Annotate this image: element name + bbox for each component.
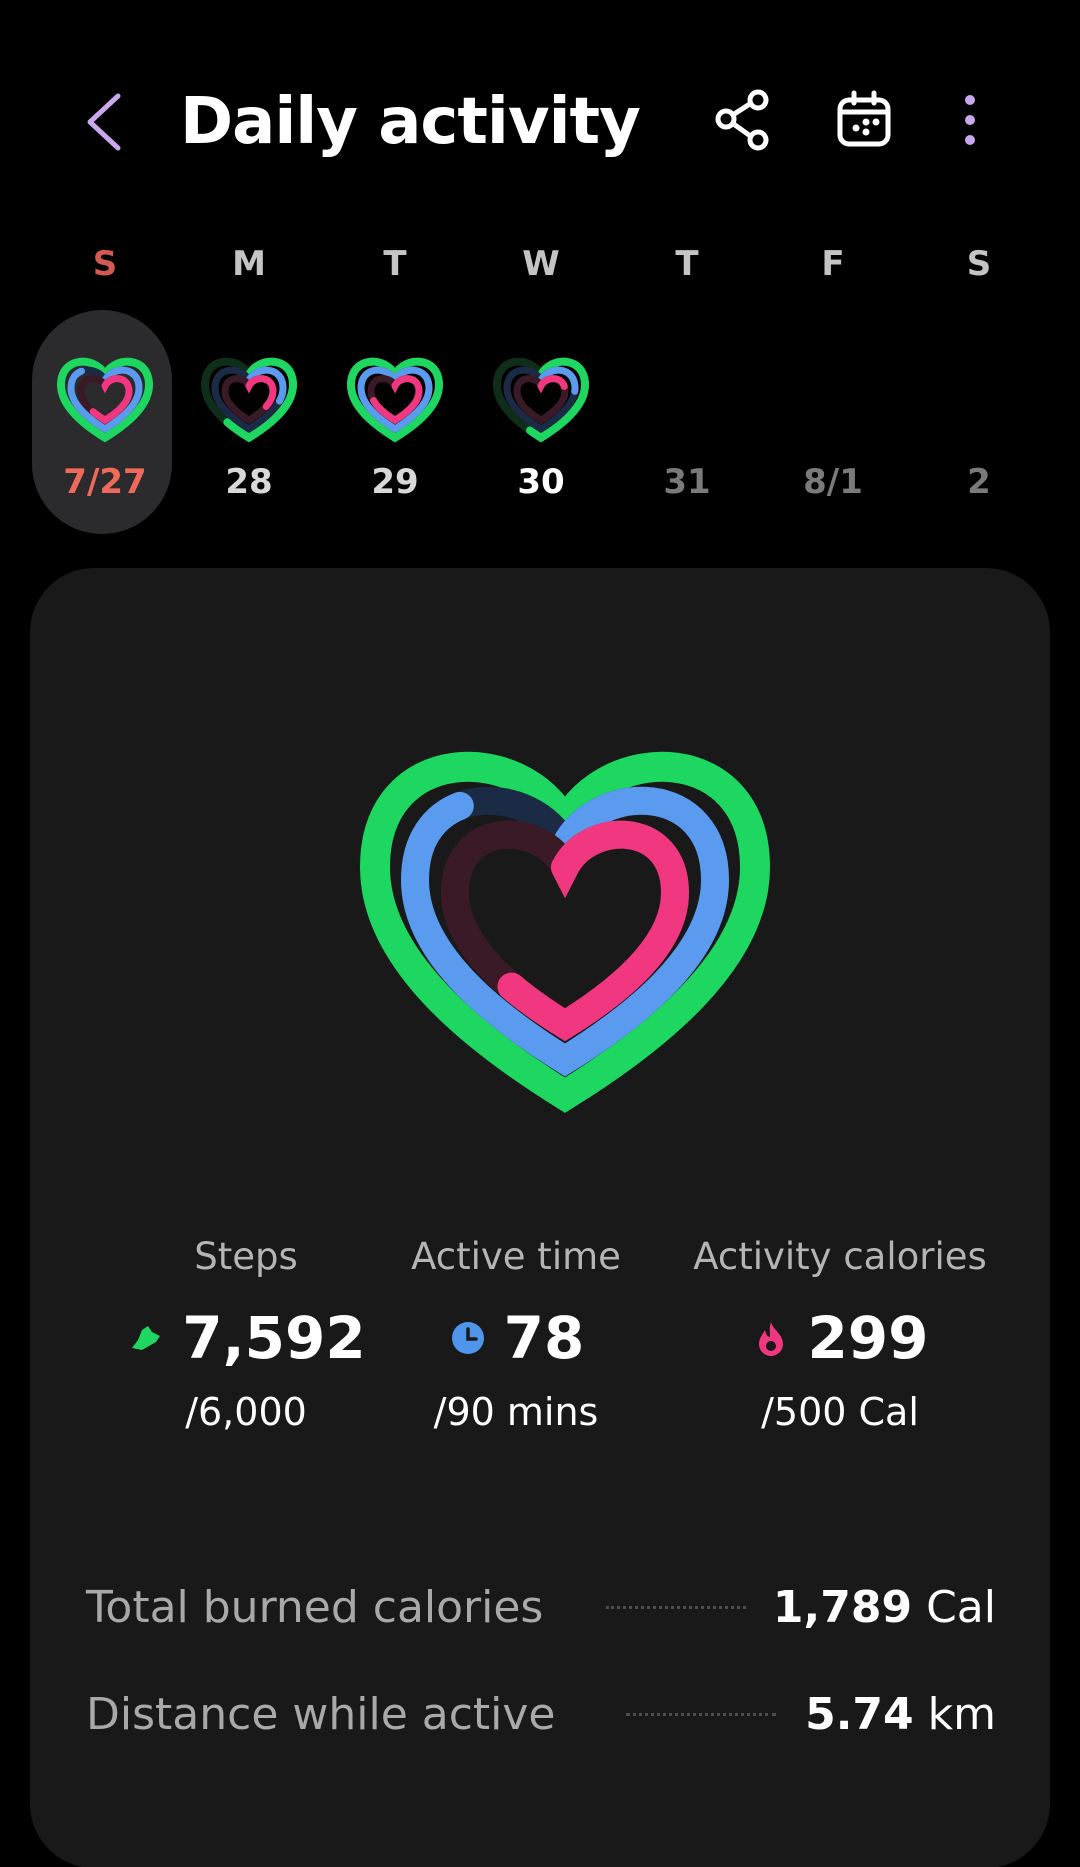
day-date: 2 <box>967 462 991 502</box>
activity-summary-card: Steps 7,592 /6,000 Active time 78 /90 mi… <box>30 568 1050 1867</box>
day-activity-ring-icon <box>492 357 590 443</box>
day-item[interactable]: S 7/27 <box>32 230 178 550</box>
day-item[interactable]: W 30 <box>468 230 614 550</box>
flame-icon <box>759 1322 784 1356</box>
day-letter: M <box>232 244 266 284</box>
back-button[interactable] <box>72 82 136 162</box>
day-date: 30 <box>517 462 565 502</box>
day-item: F 8/1 <box>760 230 906 550</box>
week-selector: S 7/27 M 28 T 29 W 30 T 31 F 8/1 S 2 <box>0 230 1080 550</box>
summary-value: 1,789 Cal <box>773 1578 996 1638</box>
day-item[interactable]: M 28 <box>176 230 322 550</box>
active-time-goal: /90 mins <box>433 1390 599 1434</box>
distance-value: 5.74 <box>805 1689 914 1740</box>
day-date: 7/27 <box>63 462 147 502</box>
summary-label: Total burned calories <box>86 1582 544 1633</box>
day-letter: T <box>675 244 699 284</box>
chevron-left-icon <box>87 93 121 151</box>
summary-label: Distance while active <box>86 1689 556 1740</box>
day-date: 28 <box>225 462 273 502</box>
day-activity-ring-icon <box>200 357 298 443</box>
burned-calories-unit: Cal <box>926 1582 996 1633</box>
day-letter: F <box>821 244 845 284</box>
steps-value: 7,592 <box>182 1304 366 1372</box>
day-item: S 2 <box>906 230 1052 550</box>
day-letter: W <box>522 244 560 284</box>
clock-icon <box>451 1322 484 1354</box>
day-letter: S <box>966 244 992 284</box>
active-time-label: Active time <box>411 1235 621 1278</box>
page-title: Daily activity <box>180 85 641 159</box>
day-date: 29 <box>371 462 419 502</box>
summary-value: 5.74 km <box>805 1685 996 1745</box>
active-time-stat[interactable]: Active time 78 /90 mins <box>356 1233 676 1437</box>
total-burned-calories-row[interactable]: Total burned calories 1,789 Cal <box>86 1578 996 1638</box>
share-icon <box>715 89 769 151</box>
burned-calories-value: 1,789 <box>772 1582 913 1633</box>
active-time-value: 78 <box>503 1304 585 1372</box>
day-item[interactable]: T 29 <box>322 230 468 550</box>
day-item: T 31 <box>614 230 760 550</box>
day-date: 31 <box>663 462 711 502</box>
day-letter: T <box>383 244 407 284</box>
activity-calories-label: Activity calories <box>693 1235 987 1278</box>
day-activity-ring-icon <box>346 357 444 443</box>
shoe-icon <box>132 1326 161 1350</box>
more-vertical-icon <box>965 95 975 145</box>
activity-calories-stat[interactable]: Activity calories 299 /500 Cal <box>650 1233 1030 1437</box>
calendar-button[interactable] <box>832 88 896 152</box>
dotted-leader <box>626 1713 776 1716</box>
distance-while-active-row[interactable]: Distance while active 5.74 km <box>86 1685 996 1745</box>
activity-heart-rings[interactable] <box>325 718 805 1118</box>
activity-calories-goal: /500 Cal <box>761 1390 919 1434</box>
app-header: Daily activity <box>0 0 1080 240</box>
calendar-icon <box>837 90 891 147</box>
day-date: 8/1 <box>803 462 863 502</box>
share-button[interactable] <box>712 88 776 152</box>
day-letter: S <box>92 244 118 284</box>
day-activity-ring-icon <box>56 357 154 443</box>
distance-unit: km <box>927 1689 996 1740</box>
dotted-leader <box>606 1606 746 1609</box>
activity-calories-value: 299 <box>807 1304 929 1372</box>
daily-activity-screen: Daily activity S 7/27 M 28 T 29 W 30 T 3… <box>0 0 1080 1867</box>
more-options-button[interactable] <box>940 88 1000 152</box>
